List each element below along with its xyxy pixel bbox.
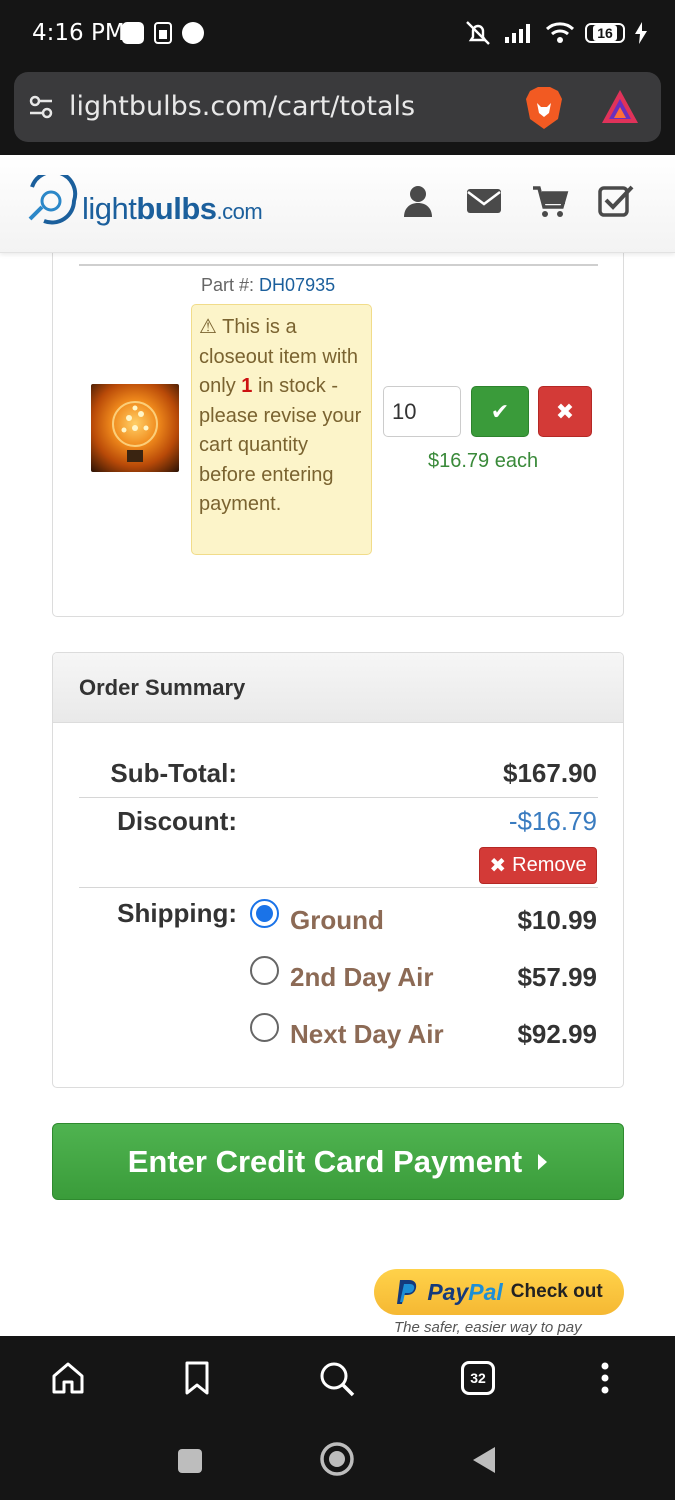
tab-count: 32 [470, 1370, 486, 1386]
status-time: 4:16 PM [32, 20, 125, 46]
shipping-radio-2nd-day-air[interactable] [250, 956, 279, 985]
envelope-icon[interactable] [465, 183, 503, 219]
paypal-pal: Pal [468, 1278, 503, 1305]
paypal-checkout-label: Check out [510, 1281, 603, 1302]
paypal-wordmark: PayPal [427, 1279, 502, 1306]
battery-saver-icon [154, 22, 172, 44]
discount-label: Discount: [117, 806, 237, 836]
signal-icon [505, 24, 530, 43]
paypal-tagline: The safer, easier way to pay [394, 1319, 582, 1336]
subtotal-value: $167.90 [503, 758, 597, 788]
battery-level: 16 [593, 25, 617, 41]
remove-item-button[interactable]: ✖ [538, 386, 592, 437]
shipping-label: Shipping: [117, 898, 237, 928]
divider [79, 264, 598, 266]
closeout-warning: ⚠ This is a closeout item with only 1 in… [191, 304, 372, 555]
subtotal-label: Sub-Total: [110, 758, 237, 788]
checklist-icon[interactable] [597, 183, 635, 219]
check-icon: ✔ [490, 398, 510, 424]
url-text[interactable]: lightbulbs.com/cart/totals [69, 91, 415, 122]
shipping-option-next-day-air[interactable]: Next Day Air [290, 1019, 444, 1050]
logo-text-com: .com [216, 199, 263, 224]
shipping-radio-next-day-air[interactable] [250, 1013, 279, 1042]
logo-text-bulbs: bulbs [136, 191, 217, 226]
silent-mode-icon [466, 21, 490, 45]
stock-count: 1 [241, 375, 253, 397]
brave-shields-icon[interactable] [524, 85, 564, 131]
shipping-radio-ground[interactable] [250, 899, 279, 928]
logo-bulb-icon [28, 175, 78, 225]
more-menu-icon[interactable] [595, 1360, 615, 1396]
charging-icon [635, 22, 647, 44]
tabs-button[interactable]: 32 [461, 1361, 495, 1395]
site-logo[interactable]: lightbulbs.com [24, 175, 263, 227]
shipping-price-ground: $10.99 [517, 905, 597, 935]
browser-bottom-nav: 32 [0, 1336, 675, 1426]
bookmark-icon[interactable] [180, 1360, 214, 1396]
site-settings-icon[interactable] [26, 94, 56, 120]
logo-text-light: light [82, 191, 137, 226]
home-icon[interactable] [50, 1360, 86, 1396]
header-icons [399, 183, 635, 219]
search-icon[interactable] [318, 1360, 356, 1398]
app-notification-icon [182, 22, 204, 44]
system-navigation-bar [0, 1426, 675, 1500]
credit-card-payment-label: Enter Credit Card Payment [127, 1143, 523, 1179]
remove-discount-label: Remove [512, 854, 587, 876]
status-notification-icons [122, 22, 204, 44]
notification-square-icon [122, 22, 144, 44]
close-icon: ✖ [555, 398, 575, 424]
status-bar: 4:16 PM 16 [0, 0, 675, 70]
paypal-checkout-button[interactable]: PayPal Check out [374, 1269, 624, 1315]
shipping-price-2nd-day-air: $57.99 [517, 962, 597, 992]
order-summary-title: Order Summary [53, 653, 623, 723]
shipping-option-ground[interactable]: Ground [290, 905, 384, 936]
status-system-icons: 16 [463, 20, 647, 46]
order-summary-card: Order Summary Sub-Total: $167.90 Discoun… [52, 652, 624, 1088]
unit-price: $16.79 each [428, 450, 539, 472]
credit-card-payment-button[interactable]: Enter Credit Card Payment [52, 1123, 624, 1200]
part-number-row: Part #: DH07935 [201, 275, 335, 296]
recents-icon[interactable] [176, 1447, 204, 1475]
product-thumbnail[interactable] [91, 384, 179, 472]
browser-toolbar: lightbulbs.com/cart/totals [0, 70, 675, 155]
cart-item-card: Part #: DH07935 ⚠ This is a closeout ite… [52, 230, 624, 617]
part-number-label: Part #: [201, 275, 255, 295]
shipping-price-next-day-air: $92.99 [517, 1019, 597, 1049]
divider [79, 887, 598, 888]
site-header: lightbulbs.com [0, 155, 675, 253]
user-icon[interactable] [399, 183, 437, 219]
logo-text: lightbulbs.com [82, 191, 263, 227]
brave-rewards-icon[interactable] [600, 87, 640, 127]
paypal-pay: Pay [427, 1278, 469, 1305]
shipping-option-2nd-day-air[interactable]: 2nd Day Air [290, 962, 434, 993]
update-quantity-button[interactable]: ✔ [471, 386, 529, 437]
address-bar[interactable]: lightbulbs.com/cart/totals [14, 72, 661, 142]
remove-discount-button[interactable]: ✖ Remove [479, 847, 597, 884]
discount-value: -$16.79 [508, 806, 597, 836]
caret-right-icon [538, 1153, 548, 1170]
quantity-input[interactable] [383, 386, 461, 437]
divider [79, 797, 598, 798]
bulb-image-icon [112, 401, 158, 462]
close-icon: ✖ [489, 855, 507, 877]
home-circle-icon[interactable] [319, 1441, 355, 1477]
warning-icon: ⚠ [199, 316, 217, 338]
paypal-logo-icon [397, 1280, 417, 1304]
back-icon[interactable] [471, 1445, 497, 1475]
cart-icon[interactable] [531, 183, 569, 219]
battery-icon: 16 [585, 23, 625, 43]
wifi-icon [545, 22, 575, 43]
part-number-link[interactable]: DH07935 [259, 275, 335, 295]
